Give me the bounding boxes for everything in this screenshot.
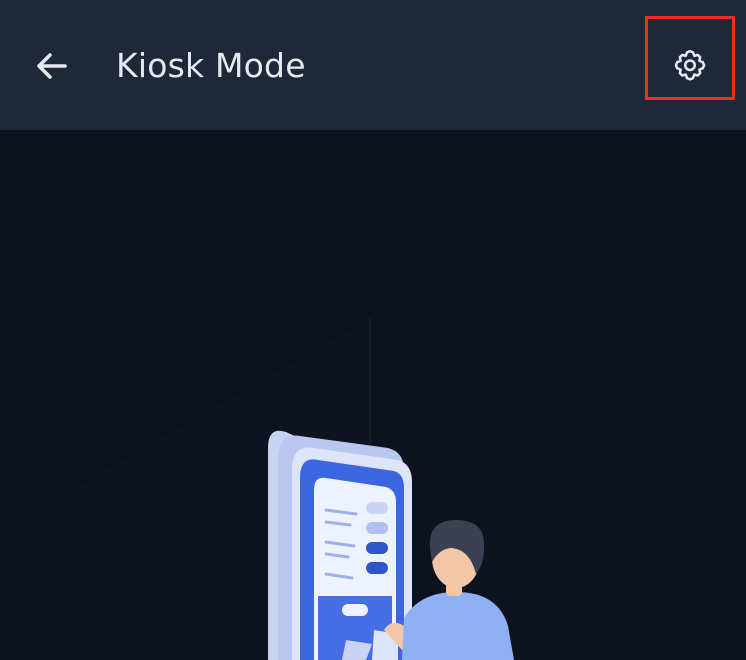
page-title: Kiosk Mode — [116, 46, 306, 85]
kiosk-person-illustration — [80, 318, 662, 660]
gear-icon — [674, 49, 706, 81]
content-area — [0, 130, 746, 660]
app-bar: Kiosk Mode — [0, 0, 746, 130]
back-button[interactable] — [22, 36, 82, 96]
settings-button[interactable] — [660, 36, 720, 96]
arrow-left-icon — [37, 53, 67, 79]
kiosk-mode-screen: Kiosk Mode — [0, 0, 746, 660]
